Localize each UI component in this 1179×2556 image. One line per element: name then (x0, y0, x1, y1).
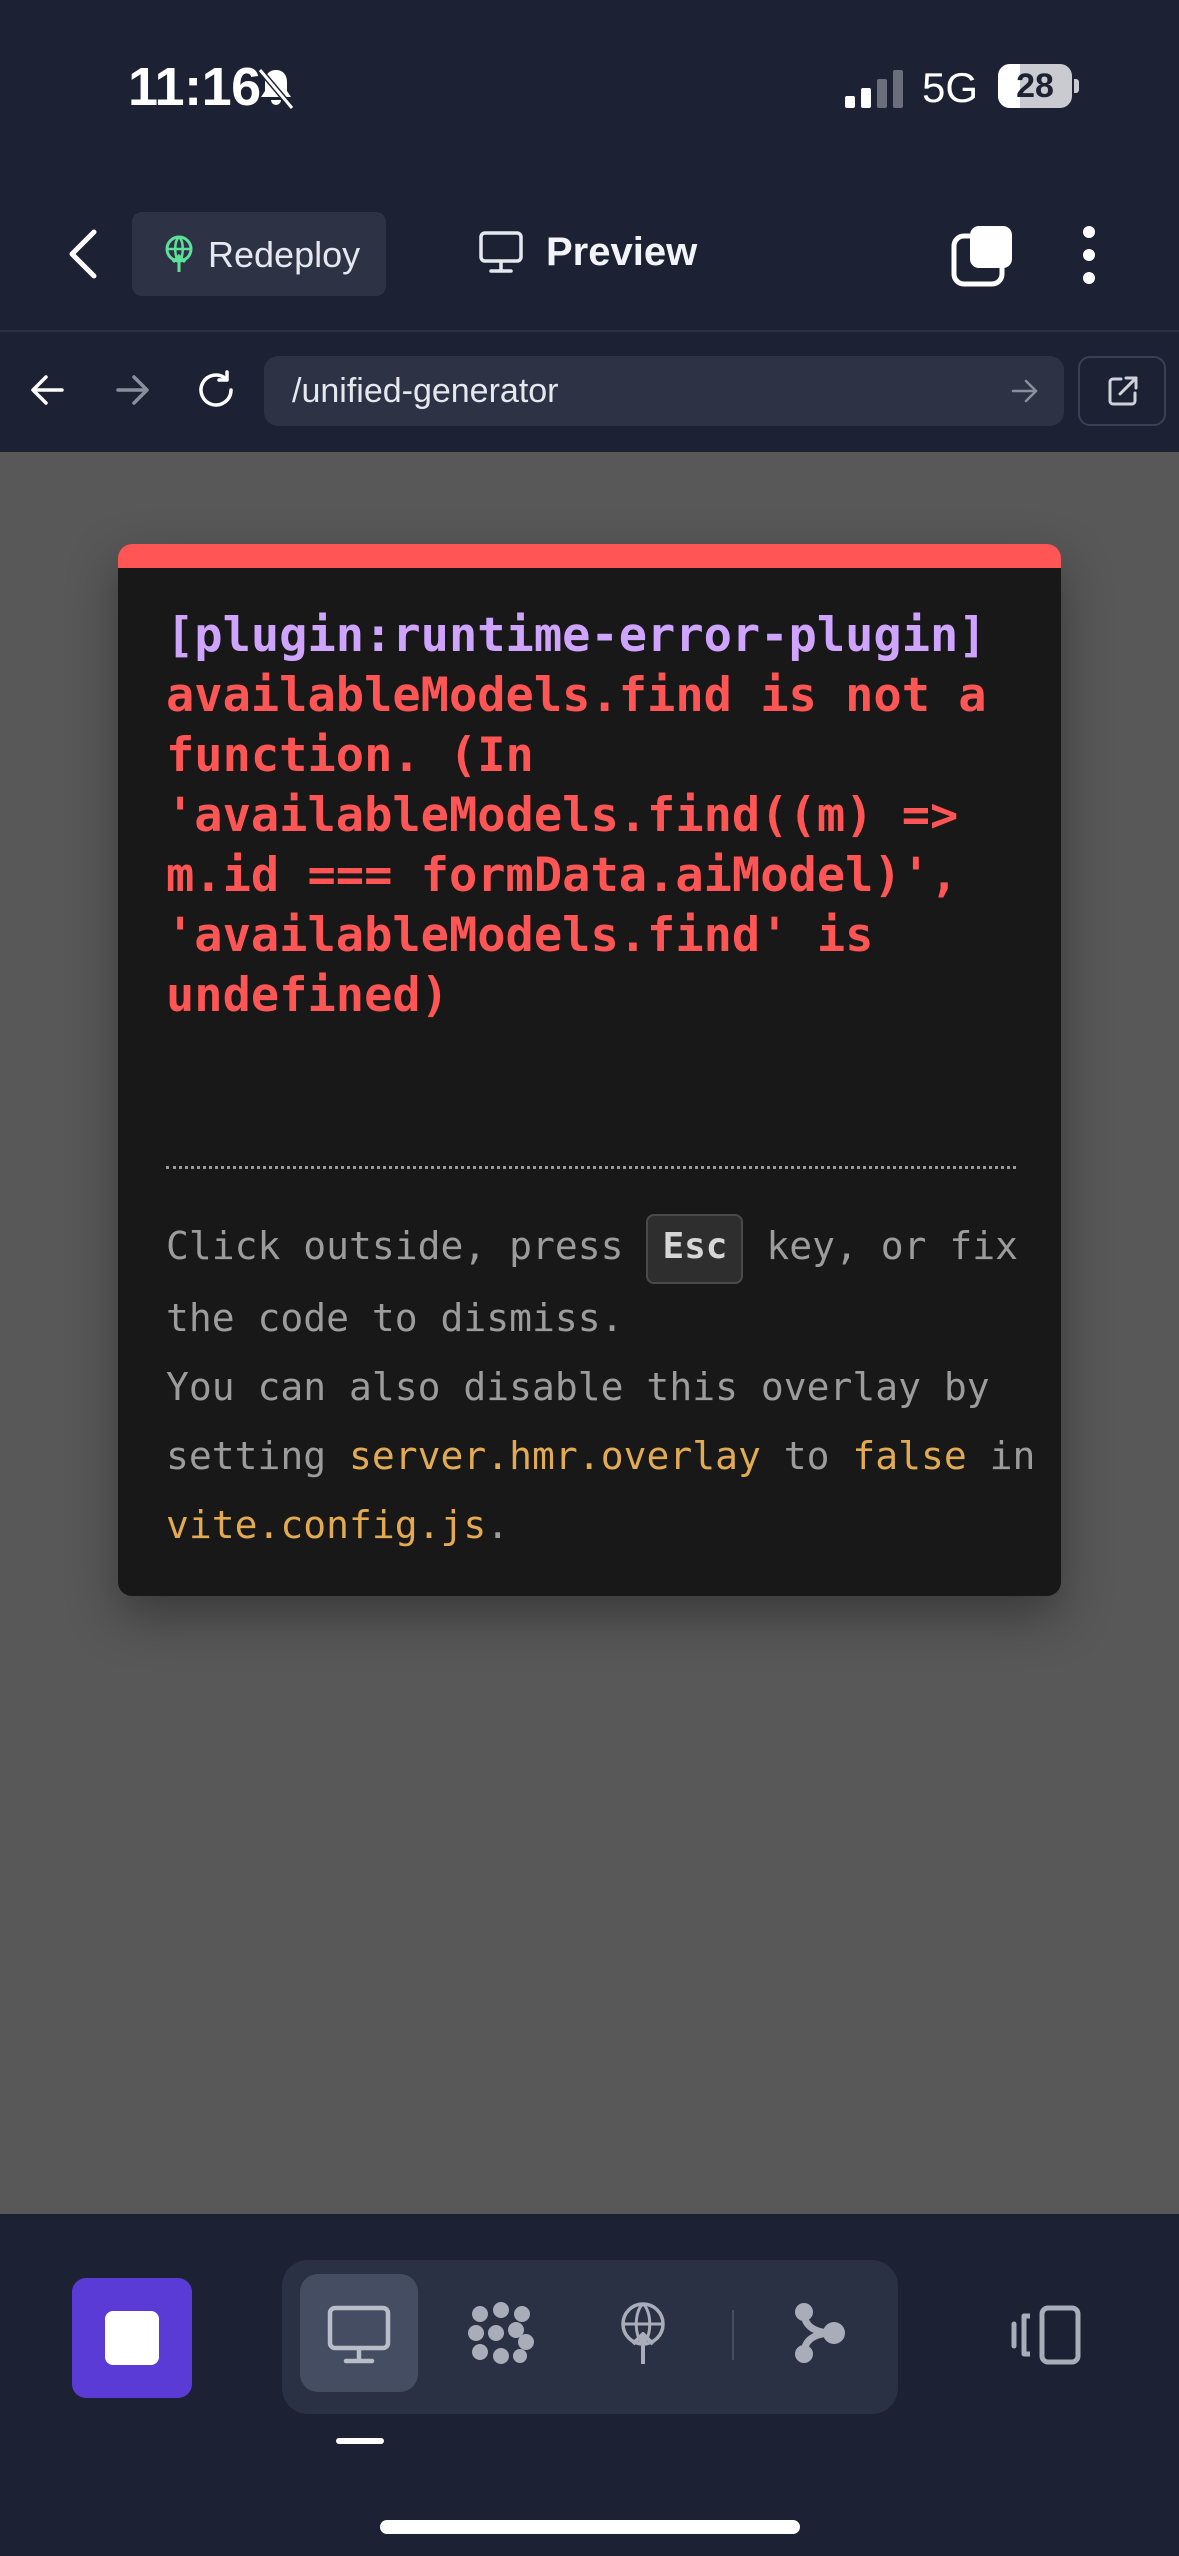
network-type: 5G (922, 64, 979, 111)
tip-text: . (486, 1502, 510, 1547)
reload-icon[interactable] (194, 368, 238, 412)
redeploy-button[interactable]: Redeploy (132, 212, 386, 296)
more-options-icon[interactable] (1070, 222, 1108, 288)
monitor-icon (327, 2305, 391, 2364)
monitor-icon (479, 231, 523, 273)
preview-label: Preview (546, 230, 698, 274)
windows-icon[interactable] (950, 222, 1016, 288)
top-toolbar: Redeploy Preview (0, 200, 1179, 330)
bottom-bar (0, 2214, 1179, 2556)
arrow-left-icon[interactable] (28, 370, 68, 410)
battery-icon: 28 (998, 64, 1079, 108)
tab-preview[interactable] (300, 2274, 418, 2392)
tab-branch[interactable] (758, 2274, 876, 2392)
error-message: [plugin:runtime-error-plugin] availableM… (166, 606, 1046, 1026)
tip-text: in (966, 1433, 1036, 1478)
error-overlay-topbar (118, 544, 1061, 568)
url-text: /unified-generator (292, 372, 559, 410)
tip-code: vite.config.js (166, 1502, 487, 1547)
network-antenna-icon (621, 2302, 665, 2364)
dots-pattern-icon (468, 2302, 534, 2364)
address-bar-row: /unified-generator (0, 332, 1179, 452)
bell-muted-icon (257, 68, 295, 110)
stop-button[interactable] (72, 2278, 192, 2398)
bottom-tab-group (282, 2260, 898, 2414)
branch-icon (795, 2303, 845, 2363)
layout-toggle-icon[interactable] (1008, 2302, 1084, 2368)
error-text: availableModels.find is not a function. … (166, 668, 987, 1023)
status-time: 11:16 (128, 57, 261, 117)
tip-text: Click outside, press (166, 1224, 647, 1268)
tip-code: server.hmr.overlay (349, 1433, 761, 1478)
home-indicator (380, 2520, 800, 2534)
external-link-icon (1108, 376, 1138, 406)
error-plugin: [plugin:runtime-error-plugin] (166, 608, 987, 663)
error-overlay: [plugin:runtime-error-plugin] availableM… (118, 544, 1061, 1596)
esc-key: Esc (646, 1213, 744, 1284)
deploy-antenna-icon (165, 235, 193, 272)
battery-level: 28 (1016, 67, 1054, 105)
signal-icon (845, 70, 903, 108)
arrow-right-icon[interactable] (112, 370, 152, 410)
preview-content[interactable]: [plugin:runtime-error-plugin] availableM… (0, 452, 1179, 2214)
stop-icon (105, 2311, 159, 2365)
back-chevron-icon[interactable] (60, 226, 110, 282)
tab-deploy[interactable] (584, 2274, 702, 2392)
tab-separator (732, 2310, 734, 2360)
url-input[interactable]: /unified-generator (264, 356, 1064, 426)
tip-text: to (760, 1433, 853, 1478)
error-divider (166, 1166, 1016, 1169)
tab-dots[interactable] (442, 2274, 560, 2392)
tip-code: false (852, 1433, 967, 1478)
go-arrow-icon[interactable] (1010, 378, 1040, 404)
status-bar: 11:16 5G 28 (0, 0, 1179, 170)
open-external-button[interactable] (1078, 356, 1166, 426)
redeploy-label: Redeploy (208, 234, 361, 275)
error-tip: Click outside, press Esc key, or fix the… (166, 1212, 1046, 1560)
tab-indicator (336, 2438, 384, 2444)
